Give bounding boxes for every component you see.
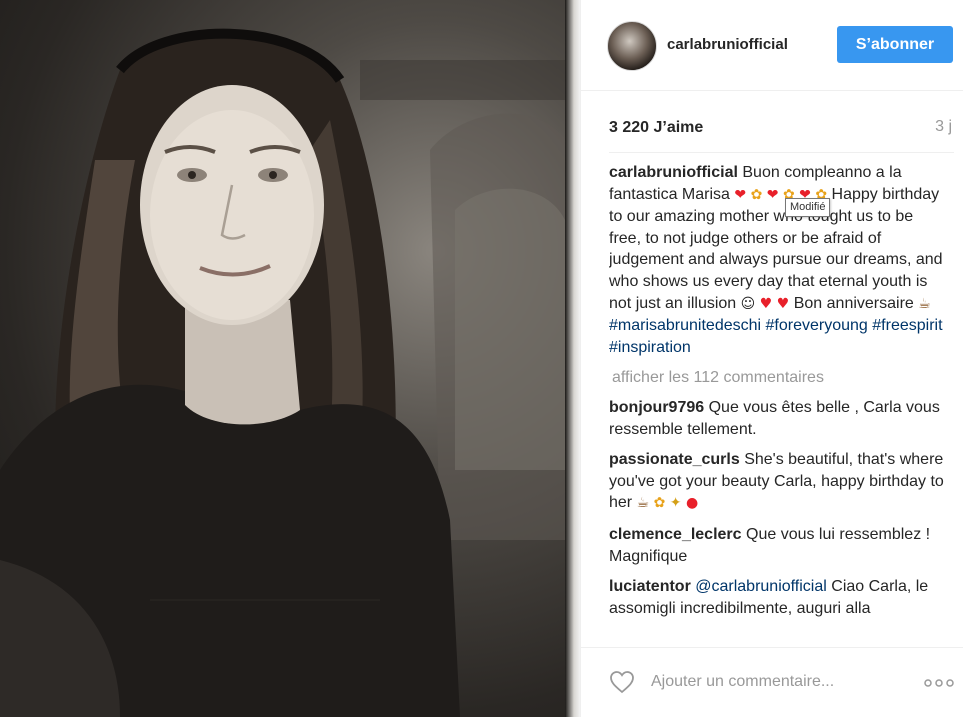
heart-emoji: ♥ [776,295,790,312]
comment-username[interactable]: clemence_leclerc [609,526,742,543]
post-username[interactable]: carlabruniofficial [667,36,788,53]
comment-item: luciatentor @carlabruniofficial Ciao Car… [609,576,949,619]
caption-username[interactable]: carlabruniofficial [609,164,738,181]
edited-tooltip: Modifié [785,198,831,217]
add-comment-input[interactable] [649,668,913,696]
comment-username[interactable]: bonjour9796 [609,399,704,416]
comment-item: bonjour9796 Que vous êtes belle , Carla … [609,397,949,440]
hashtag-link[interactable]: #freespirit [872,317,942,334]
post-photo [0,0,580,717]
post-header: carlabruniofficial S’abonner [581,0,963,91]
birthday-cake-emoji: ☕ [918,295,931,312]
caption-text-3: Bon anniversaire [793,294,914,312]
load-more-comments-link[interactable]: afficher les 112 commentaires [612,367,949,389]
heart-outline-icon[interactable] [608,668,636,696]
stats-divider [609,152,954,153]
follow-button[interactable]: S’abonner [837,26,953,63]
party-popper-emoji: ✦ [669,495,682,512]
comments-list: carlabruniofficial Buon compleanno a la … [609,162,949,638]
portrait-image [0,28,580,717]
mention-link[interactable]: @carlabruniofficial [695,578,827,595]
caption-text-2: Happy birthday to our amazing mother who… [609,185,943,312]
comment-username[interactable]: luciatentor [609,578,691,595]
post-details-panel: carlabruniofficial S’abonner 3 220 J’aim… [580,0,963,717]
photo-frame-edge [565,0,580,717]
sparkling-heart-emoji: ❤ [734,186,747,203]
blossom-emoji: ✿ [750,186,763,203]
caption: carlabruniofficial Buon compleanno a la … [609,162,949,358]
birthday-cake-emoji: ☕ [636,495,650,512]
hashtag-link[interactable]: #marisabrunitedeschi [609,317,761,334]
sparkling-heart-emoji: ❤ [766,186,779,203]
more-options-icon[interactable] [923,678,955,688]
post-time[interactable]: 3 j [935,118,952,136]
avatar[interactable] [607,21,657,71]
person-emoji: ☺ [740,295,756,312]
bouquet-emoji: ✿ [653,495,666,512]
comment-footer [581,647,963,718]
balloon-emoji: ● [685,495,699,512]
hashtag-link[interactable]: #foreveryoung [766,317,868,334]
comment-item: clemence_leclerc Que vous lui ressemblez… [609,524,949,567]
hashtag-link[interactable]: #inspiration [609,339,691,356]
heart-emoji: ♥ [759,295,773,312]
comment-username[interactable]: passionate_curls [609,451,740,468]
likes-count[interactable]: 3 220 J’aime [609,119,703,137]
comment-item: passionate_curls She's beautiful, that's… [609,449,949,515]
